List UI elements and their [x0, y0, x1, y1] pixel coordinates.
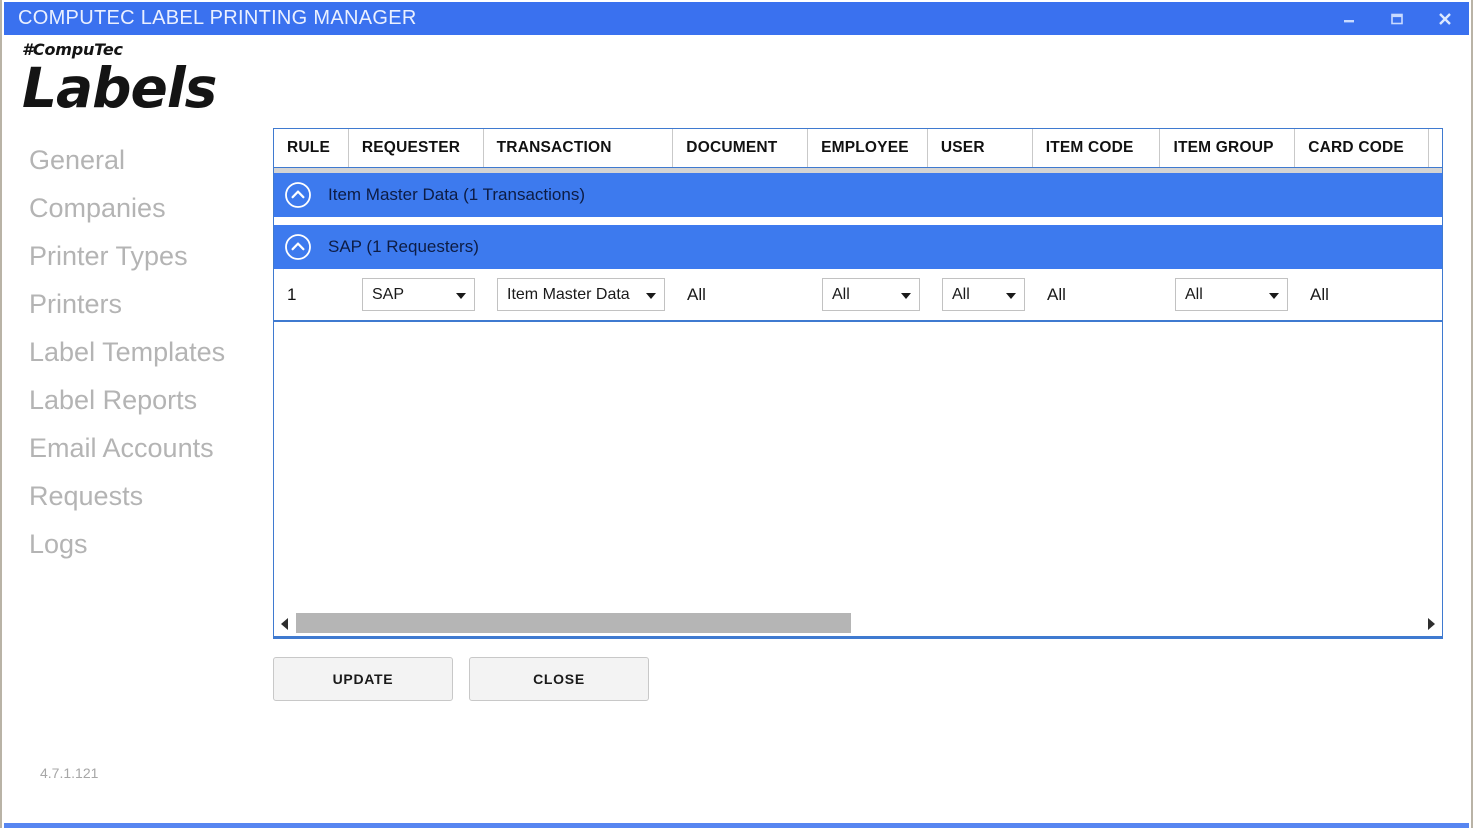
column-header-overflow: [1429, 129, 1442, 167]
cell-value: All: [687, 285, 706, 305]
column-header-card-code[interactable]: CARD CODE: [1295, 129, 1429, 167]
minimize-icon: [1341, 11, 1357, 27]
column-header-employee[interactable]: EMPLOYEE: [808, 129, 928, 167]
group-row-transaction[interactable]: Item Master Data (1 Transactions): [273, 173, 1443, 217]
sidebar-item-general[interactable]: General: [2, 136, 264, 184]
action-button-bar: UPDATE CLOSE: [273, 657, 649, 701]
minimize-button[interactable]: [1325, 2, 1373, 35]
grid-empty-area: [273, 322, 1443, 612]
sidebar-item-label-reports[interactable]: Label Reports: [2, 376, 264, 424]
chevron-down-icon: [901, 293, 911, 299]
table-row[interactable]: 1 SAP Item Master Data All All All All All All: [273, 269, 1443, 322]
dropdown-value: All: [952, 286, 970, 304]
title-bar: COMPUTEC LABEL PRINTING MANAGER: [4, 2, 1469, 35]
dropdown-value: All: [1185, 286, 1203, 304]
chevron-down-icon: [646, 293, 656, 299]
version-label: 4.7.1.121: [40, 765, 98, 781]
grid-header-row: RULEREQUESTERTRANSACTIONDOCUMENTEMPLOYEE…: [273, 128, 1443, 168]
close-button[interactable]: [1421, 2, 1469, 35]
scrollbar-track[interactable]: [296, 612, 1420, 636]
cell-value: All: [1310, 285, 1329, 305]
cell-user[interactable]: All: [929, 269, 1034, 320]
close-button-action[interactable]: CLOSE: [469, 657, 649, 701]
column-header-rule[interactable]: RULE: [274, 129, 349, 167]
cell-transaction[interactable]: Item Master Data: [484, 269, 674, 320]
chevron-down-icon: [1006, 293, 1016, 299]
column-header-requester[interactable]: REQUESTER: [349, 129, 484, 167]
cell-card-code: All: [1297, 269, 1431, 320]
horizontal-scrollbar[interactable]: [273, 612, 1443, 639]
logo-product: Labels: [22, 60, 216, 118]
cell-employee[interactable]: All: [809, 269, 929, 320]
maximize-icon: [1389, 11, 1405, 27]
sidebar-item-logs[interactable]: Logs: [2, 520, 264, 568]
group-row-requester[interactable]: SAP (1 Requesters): [273, 225, 1443, 269]
column-header-item-code[interactable]: ITEM CODE: [1033, 129, 1161, 167]
dropdown-value: Item Master Data: [507, 286, 630, 304]
group-label: Item Master Data (1 Transactions): [328, 185, 585, 205]
dropdown-employee[interactable]: All: [822, 278, 920, 311]
sidebar-item-printer-types[interactable]: Printer Types: [2, 232, 264, 280]
scrollbar-thumb[interactable]: [296, 613, 851, 633]
triangle-left-icon[interactable]: [274, 612, 296, 636]
triangle-right-icon[interactable]: [1420, 612, 1442, 636]
sidebar-item-requests[interactable]: Requests: [2, 472, 264, 520]
sidebar-nav: GeneralCompaniesPrinter TypesPrintersLab…: [2, 136, 264, 568]
cell-item-group[interactable]: All: [1162, 269, 1297, 320]
cell-document: All: [674, 269, 809, 320]
sidebar-item-printers[interactable]: Printers: [2, 280, 264, 328]
sidebar-item-companies[interactable]: Companies: [2, 184, 264, 232]
dropdown-value: All: [832, 286, 850, 304]
chevron-down-icon: [456, 293, 466, 299]
column-header-user[interactable]: USER: [928, 129, 1033, 167]
cell-requester[interactable]: SAP: [349, 269, 484, 320]
dropdown-transaction[interactable]: Item Master Data: [497, 278, 665, 311]
cell-value: All: [1047, 285, 1066, 305]
application-window: COMPUTEC LABEL PRINTING MANAGER #Com: [0, 0, 1473, 828]
maximize-button[interactable]: [1373, 2, 1421, 35]
row-index: 1: [287, 285, 296, 305]
column-header-item-group[interactable]: ITEM GROUP: [1160, 129, 1295, 167]
window-title: COMPUTEC LABEL PRINTING MANAGER: [4, 7, 417, 30]
chevron-down-icon: [1269, 293, 1279, 299]
sidebar-item-email-accounts[interactable]: Email Accounts: [2, 424, 264, 472]
dropdown-item-group[interactable]: All: [1175, 278, 1288, 311]
group-separator: [273, 217, 1443, 225]
dropdown-value: SAP: [372, 286, 404, 304]
sidebar-item-label-templates[interactable]: Label Templates: [2, 328, 264, 376]
chevron-up-circle-icon[interactable]: [283, 180, 313, 210]
bottom-edge-strip: [4, 823, 1469, 828]
close-icon: [1436, 10, 1454, 28]
update-button[interactable]: UPDATE: [273, 657, 453, 701]
column-header-document[interactable]: DOCUMENT: [673, 129, 808, 167]
app-logo: #CompuTec Labels: [22, 42, 216, 118]
dropdown-user[interactable]: All: [942, 278, 1025, 311]
cell-rule: 1: [274, 269, 349, 320]
column-header-transaction[interactable]: TRANSACTION: [484, 129, 674, 167]
group-label: SAP (1 Requesters): [328, 237, 479, 257]
cell-item-code: All: [1034, 269, 1162, 320]
rules-grid-panel: RULEREQUESTERTRANSACTIONDOCUMENTEMPLOYEE…: [273, 128, 1443, 639]
window-controls: [1325, 2, 1469, 35]
chevron-up-circle-icon[interactable]: [283, 232, 313, 262]
cell-overflow[interactable]: [1431, 269, 1443, 320]
dropdown-requester[interactable]: SAP: [362, 278, 475, 311]
